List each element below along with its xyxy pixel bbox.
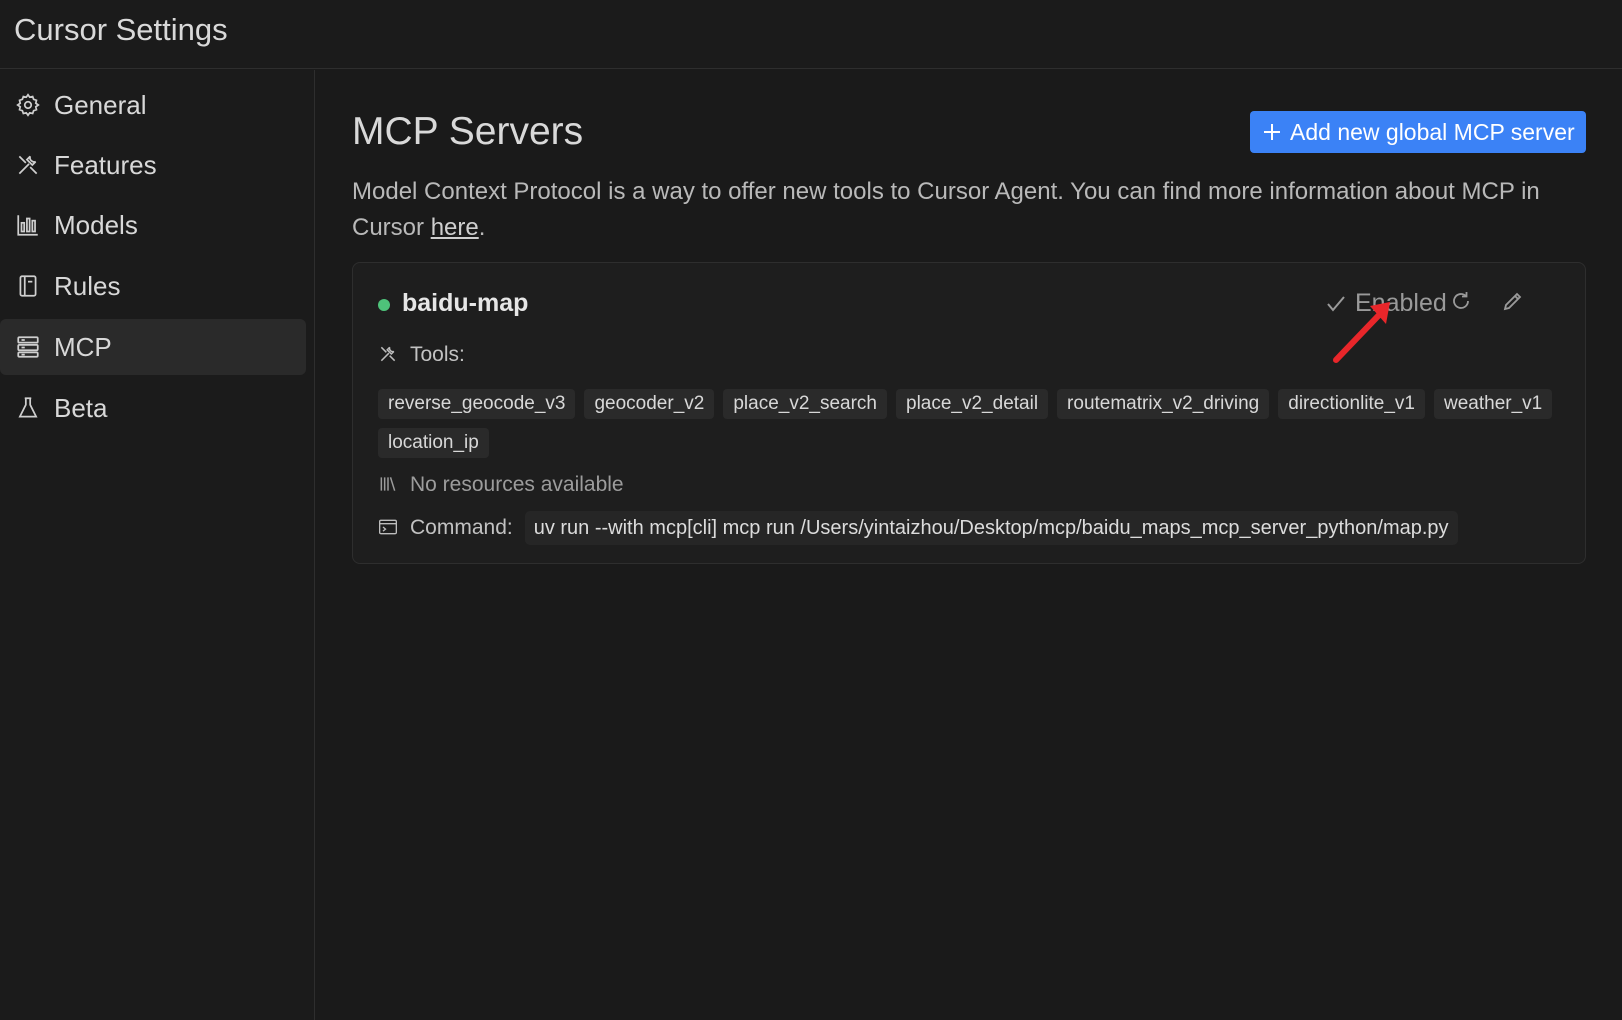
- sidebar-item-mcp[interactable]: MCP: [0, 319, 306, 375]
- docs-link[interactable]: here: [431, 214, 479, 241]
- refresh-icon: [1449, 289, 1473, 318]
- resources-row: No resources available: [378, 473, 624, 497]
- command-row: Command: uv run --with mcp[cli] mcp run …: [378, 511, 1458, 545]
- sidebar-item-rules[interactable]: Rules: [0, 258, 306, 314]
- command-label: Command:: [410, 516, 513, 539]
- sidebar-item-label: MCP: [54, 331, 112, 362]
- library-icon: [378, 474, 400, 496]
- tool-chip: geocoder_v2: [584, 389, 715, 419]
- tool-chip: place_v2_detail: [896, 389, 1049, 419]
- sidebar-item-features[interactable]: Features: [0, 137, 306, 193]
- flask-icon: [14, 394, 42, 422]
- sidebar-item-label: Models: [54, 209, 138, 240]
- main-content: MCP Servers Add new global MCP server Mo…: [316, 70, 1622, 1020]
- enabled-label: Enabled: [1355, 289, 1447, 317]
- description-end: .: [478, 214, 486, 241]
- description: Model Context Protocol is a way to offer…: [352, 174, 1572, 246]
- plus-icon: [1262, 122, 1282, 142]
- sidebar-item-label: Features: [54, 149, 157, 180]
- tools-header: Tools:: [378, 343, 465, 367]
- document-icon: [14, 272, 42, 300]
- sidebar-item-label: Beta: [54, 392, 108, 423]
- description-text: Model Context Protocol is a way to offer…: [352, 178, 1540, 241]
- tool-chip: weather_v1: [1434, 389, 1553, 419]
- refresh-button[interactable]: [1447, 289, 1475, 317]
- check-icon: [1325, 293, 1347, 315]
- enabled-toggle[interactable]: Enabled: [1325, 289, 1447, 318]
- sidebar-item-models[interactable]: Models: [0, 197, 306, 253]
- tool-chip: directionlite_v1: [1278, 389, 1425, 419]
- sidebar-item-general[interactable]: General: [0, 77, 306, 133]
- title-bar: Cursor Settings: [0, 0, 1622, 69]
- resources-label: No resources available: [410, 473, 624, 496]
- add-global-mcp-server-button[interactable]: Add new global MCP server: [1250, 111, 1586, 153]
- status-dot: [378, 299, 390, 311]
- pencil-icon: [1501, 289, 1525, 318]
- tool-chip: reverse_geocode_v3: [378, 389, 576, 419]
- tools-icon: [14, 151, 42, 179]
- gear-icon: [14, 91, 42, 119]
- terminal-icon: [378, 517, 400, 539]
- page-title: MCP Servers: [352, 110, 584, 153]
- window-title: Cursor Settings: [14, 12, 228, 47]
- server-card: baidu-map Enabled Tools: reverse_geocode…: [352, 262, 1586, 564]
- sidebar-item-beta[interactable]: Beta: [0, 380, 306, 436]
- tools-label: Tools:: [410, 343, 465, 366]
- tools-icon: [378, 344, 400, 366]
- add-button-label: Add new global MCP server: [1290, 118, 1575, 145]
- sidebar-item-label: Rules: [54, 270, 121, 301]
- bar-chart-icon: [14, 211, 42, 239]
- server-name: baidu-map: [402, 289, 529, 317]
- sidebar-item-label: General: [54, 89, 147, 120]
- server-icon: [14, 333, 42, 361]
- tool-chip: location_ip: [378, 428, 489, 458]
- edit-button[interactable]: [1499, 289, 1527, 317]
- tool-chip: place_v2_search: [723, 389, 887, 419]
- tool-list: reverse_geocode_v3 geocoder_v2 place_v2_…: [378, 389, 1558, 458]
- command-value: uv run --with mcp[cli] mcp run /Users/yi…: [524, 511, 1458, 545]
- sidebar: General Features Models Rules MCP Beta: [0, 70, 315, 1020]
- tool-chip: routematrix_v2_driving: [1057, 389, 1270, 419]
